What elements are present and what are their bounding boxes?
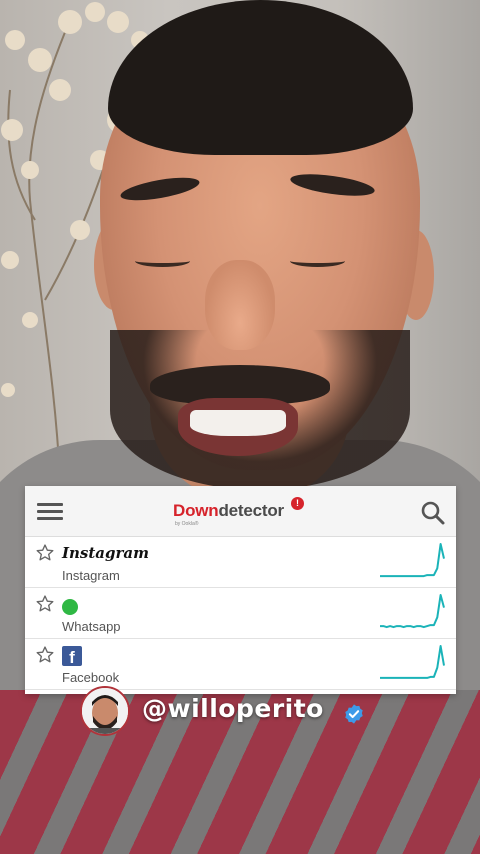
sparkline bbox=[380, 543, 445, 578]
menu-icon[interactable] bbox=[37, 503, 63, 521]
sparkline-series bbox=[380, 594, 445, 629]
whatsapp-logo bbox=[62, 595, 78, 617]
star-icon[interactable] bbox=[35, 594, 55, 614]
service-name: Whatsapp bbox=[62, 619, 121, 634]
sparkline bbox=[380, 645, 445, 679]
logo-wordmark: Downdetector bbox=[173, 501, 284, 520]
search-icon[interactable] bbox=[420, 500, 446, 526]
service-row-instagram[interactable]: Instagram Instagram bbox=[25, 537, 456, 588]
downdetector-logo[interactable]: Downdetector ! by Ookla® bbox=[173, 497, 304, 531]
left-eye bbox=[135, 255, 190, 267]
facebook-icon: f bbox=[62, 646, 82, 667]
video-frame bbox=[0, 0, 480, 854]
service-row-facebook[interactable]: f Facebook bbox=[25, 639, 456, 690]
sparkline-series bbox=[380, 543, 445, 578]
app-header: Downdetector ! by Ookla® bbox=[25, 486, 456, 537]
whatsapp-icon bbox=[62, 599, 78, 615]
star-icon[interactable] bbox=[35, 645, 55, 665]
username[interactable]: @willoperito bbox=[142, 694, 324, 723]
service-name: Instagram bbox=[62, 568, 120, 583]
logo-subtitle: by Ookla® bbox=[175, 521, 199, 527]
sparkline bbox=[380, 594, 445, 629]
verified-badge-icon bbox=[345, 704, 363, 724]
facebook-logo: f bbox=[62, 646, 82, 668]
star-icon[interactable] bbox=[35, 543, 55, 563]
downdetector-card: Downdetector ! by Ookla® Instagram Insta… bbox=[25, 486, 456, 694]
right-eye bbox=[290, 255, 345, 267]
teeth bbox=[190, 410, 286, 436]
instagram-logo: Instagram bbox=[62, 544, 149, 562]
service-name: Facebook bbox=[62, 670, 120, 685]
logo-alert-icon: ! bbox=[291, 497, 304, 510]
sparkline-series bbox=[380, 645, 445, 679]
avatar-portrait bbox=[82, 688, 128, 734]
service-row-whatsapp[interactable]: Whatsapp bbox=[25, 588, 456, 639]
avatar[interactable] bbox=[80, 686, 130, 736]
